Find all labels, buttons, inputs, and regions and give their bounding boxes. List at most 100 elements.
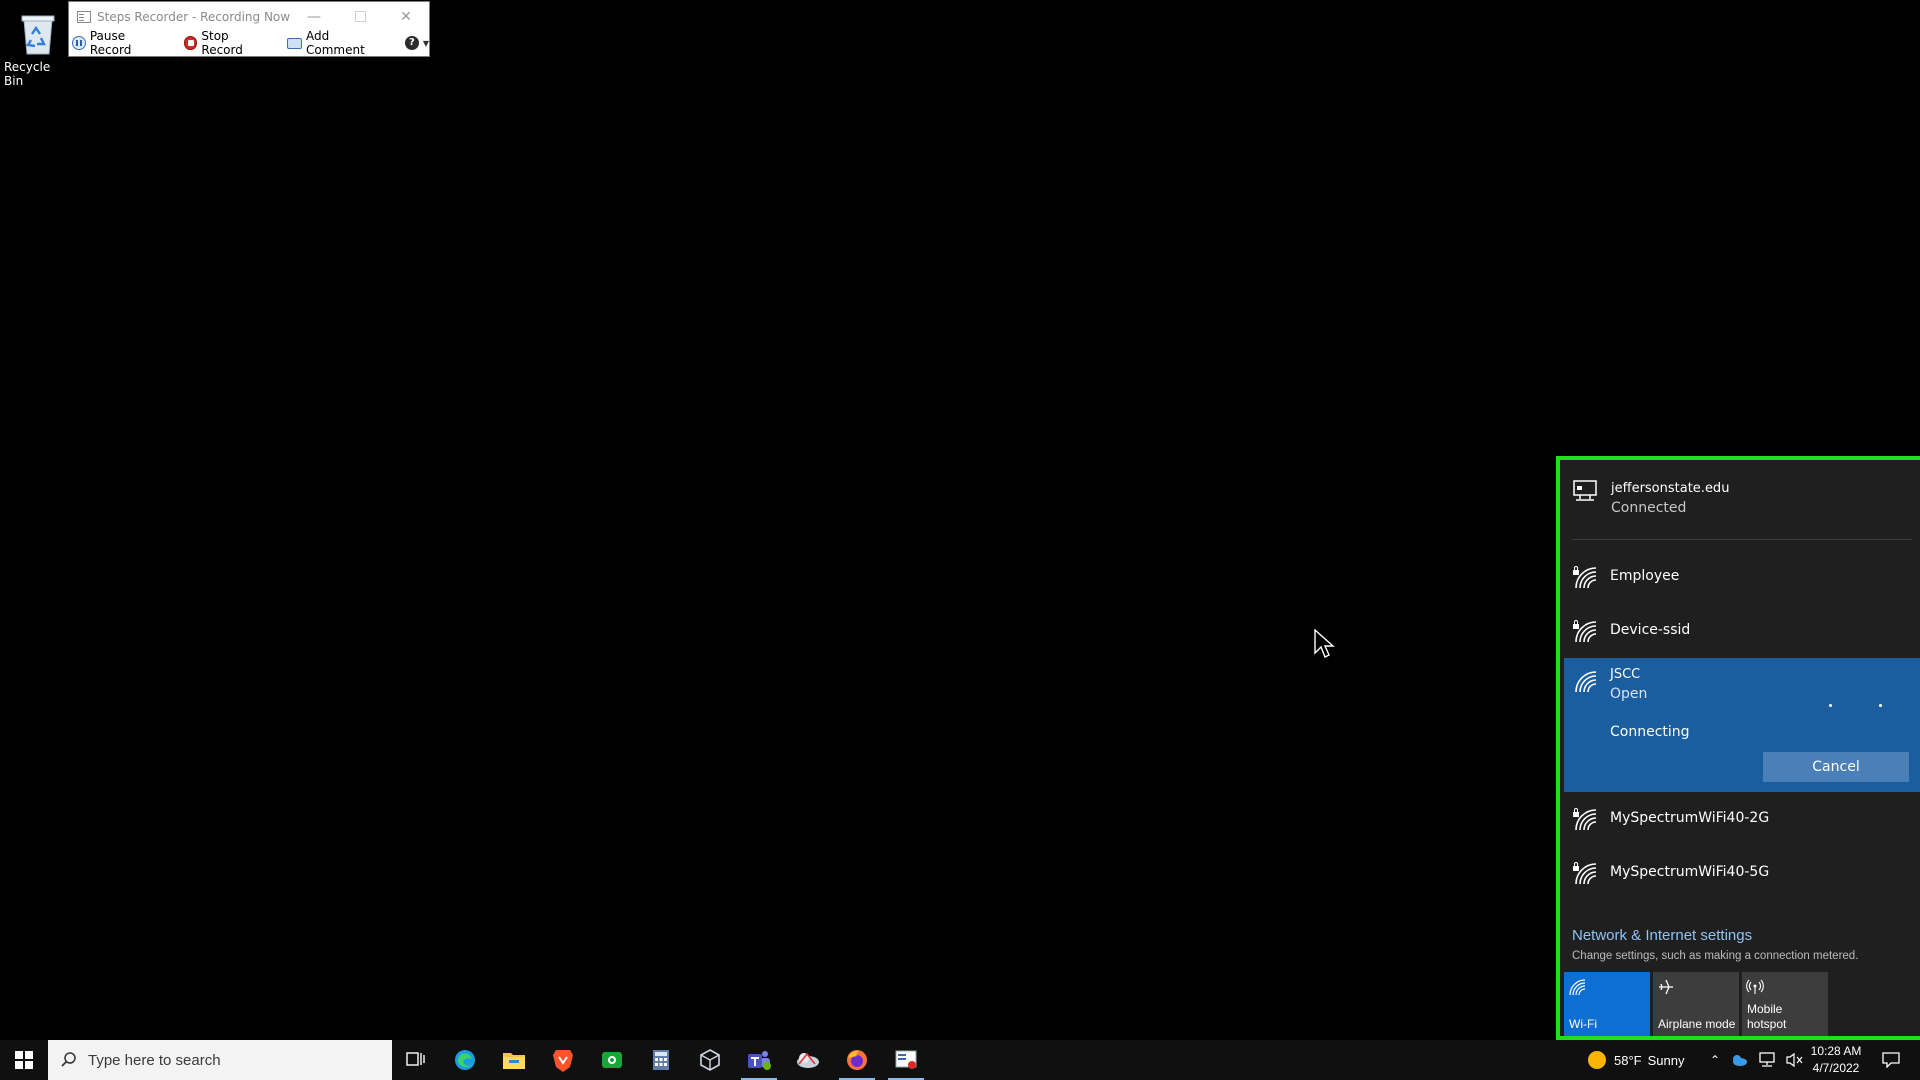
- firefox-taskbar-button[interactable]: [833, 1040, 881, 1080]
- network-settings-description: Change settings, such as making a connec…: [1572, 950, 1859, 962]
- teams-taskbar-button[interactable]: [735, 1040, 783, 1080]
- add-comment-button[interactable]: Add Comment: [287, 29, 391, 57]
- taskbar-clock[interactable]: 10:28 AM 4/7/2022: [1802, 1043, 1870, 1077]
- virtualbox-icon: [700, 1049, 720, 1071]
- app-green-icon: [602, 1052, 622, 1068]
- maximize-icon: [354, 11, 366, 22]
- teams-icon: [748, 1051, 771, 1070]
- edge-taskbar-button[interactable]: [441, 1040, 489, 1080]
- airplane-tile-label: Airplane mode: [1658, 1017, 1736, 1031]
- virtualbox-taskbar-button[interactable]: [686, 1040, 734, 1080]
- steps-recorder-taskbar-button[interactable]: [882, 1040, 930, 1080]
- wifi-secured-icon: [1573, 808, 1597, 831]
- firefox-icon: [847, 1050, 867, 1070]
- wifi-secured-icon: [1573, 566, 1597, 589]
- notification-icon: [1882, 1052, 1900, 1068]
- wifi-network-item[interactable]: Device-ssid: [1560, 614, 1920, 664]
- calculator-taskbar-button[interactable]: [637, 1040, 685, 1080]
- wifi-secured-icon: [1573, 862, 1597, 885]
- recycle-bin-shortcut[interactable]: Recycle Bin: [4, 6, 72, 88]
- chevron-down-icon: ▼: [422, 38, 429, 48]
- mobile-hotspot-tile[interactable]: Mobile hotspot: [1742, 972, 1828, 1036]
- cloud-app-taskbar-button[interactable]: [784, 1040, 832, 1080]
- add-comment-label: Add Comment: [305, 29, 365, 57]
- weather-temperature: 58°F: [1614, 1052, 1642, 1068]
- sun-icon: [1588, 1051, 1606, 1069]
- hotspot-tile-label-line1: Mobile: [1747, 1002, 1783, 1016]
- taskbar: 58°F Sunny ⌃ 10:28 AM 4/7/2022: [0, 1040, 1920, 1080]
- task-view-button[interactable]: [392, 1040, 440, 1080]
- divider: [1572, 539, 1912, 540]
- stop-record-label: Stop Record: [201, 29, 243, 57]
- start-button[interactable]: [0, 1040, 48, 1080]
- wifi-network-status: Open: [1610, 686, 1648, 702]
- task-view-icon: [406, 1052, 425, 1066]
- maximize-button[interactable]: [337, 2, 383, 31]
- wifi-network-name: MySpectrumWiFi40-5G: [1610, 864, 1770, 880]
- wifi-secured-icon: [1573, 620, 1597, 643]
- wifi-network-name: Device-ssid: [1610, 622, 1691, 638]
- stop-record-button[interactable]: Stop Record: [183, 29, 274, 57]
- wifi-open-icon: [1575, 671, 1597, 693]
- progress-dot: [1879, 704, 1882, 707]
- connected-network-name: jeffersonstate.edu: [1611, 481, 1730, 496]
- wifi-icon: [1569, 979, 1586, 996]
- ethernet-icon: [1573, 480, 1597, 501]
- steps-recorder-icon: [895, 1050, 917, 1069]
- weather-widget[interactable]: 58°F Sunny: [1588, 1040, 1684, 1080]
- action-center-button[interactable]: [1872, 1040, 1910, 1080]
- file-explorer-icon: [503, 1053, 525, 1069]
- file-explorer-taskbar-button[interactable]: [490, 1040, 538, 1080]
- stop-icon: [183, 36, 198, 50]
- clock-date: 4/7/2022: [1812, 1061, 1860, 1075]
- progress-dot: [1829, 704, 1832, 707]
- hotspot-tile-label-line2: hotspot: [1747, 1017, 1787, 1031]
- network-settings-link[interactable]: Network & Internet settings: [1572, 927, 1752, 944]
- steps-recorder-title: Steps Recorder - Recording Now: [97, 9, 291, 24]
- search-input[interactable]: [88, 1051, 368, 1069]
- cancel-button[interactable]: Cancel: [1763, 752, 1909, 782]
- close-button[interactable]: ✕: [383, 2, 429, 31]
- search-icon: [61, 1052, 76, 1067]
- weather-condition: Sunny: [1647, 1052, 1685, 1068]
- green-app-taskbar-button[interactable]: [588, 1040, 636, 1080]
- recycle-bin-icon: [18, 6, 58, 56]
- wifi-toggle-tile[interactable]: Wi-Fi: [1564, 972, 1650, 1036]
- wifi-tile-label: Wi-Fi: [1569, 1017, 1597, 1031]
- steps-recorder-app-icon: [77, 10, 91, 23]
- connected-network-status: Connected: [1611, 500, 1687, 516]
- wifi-network-item[interactable]: Employee: [1560, 560, 1920, 610]
- cloud-app-icon: [797, 1052, 819, 1068]
- show-hidden-icons-chevron-icon[interactable]: ⌃: [1710, 1053, 1720, 1067]
- wifi-network-name: MySpectrumWiFi40-2G: [1610, 810, 1770, 826]
- brave-taskbar-button[interactable]: [539, 1040, 587, 1080]
- help-icon: ?: [404, 36, 419, 50]
- pause-icon: [72, 36, 86, 50]
- wifi-network-name: JSCC: [1610, 667, 1641, 682]
- connected-network-item[interactable]: jeffersonstate.edu Connected: [1560, 460, 1920, 538]
- minimize-button[interactable]: —: [291, 2, 337, 31]
- wifi-network-item-selected[interactable]: JSCC Open Connecting Cancel: [1564, 658, 1920, 792]
- network-flyout: jeffersonstate.edu Connected Employee De…: [1556, 456, 1920, 1040]
- close-icon: ✕: [400, 8, 412, 25]
- brave-icon: [553, 1050, 573, 1072]
- edge-icon: [455, 1050, 475, 1070]
- taskbar-search-box[interactable]: [48, 1040, 392, 1080]
- airplane-mode-tile[interactable]: Airplane mode: [1653, 972, 1739, 1036]
- airplane-icon: [1659, 979, 1673, 995]
- mouse-cursor-icon: [1314, 629, 1335, 658]
- system-tray: ⌃: [1710, 1040, 1804, 1080]
- pause-record-label: Pause Record: [89, 29, 132, 57]
- steps-recorder-titlebar[interactable]: Steps Recorder - Recording Now — ✕: [69, 2, 429, 31]
- recycle-bin-label: Recycle Bin: [4, 60, 51, 88]
- onedrive-icon[interactable]: [1730, 1054, 1748, 1066]
- windows-logo-icon: [15, 1051, 33, 1069]
- network-tray-icon[interactable]: [1758, 1052, 1776, 1068]
- help-dropdown-button[interactable]: ? ▼: [404, 36, 429, 50]
- wifi-network-name: Employee: [1610, 568, 1680, 584]
- pause-record-button[interactable]: Pause Record: [72, 29, 170, 57]
- wifi-network-item[interactable]: MySpectrumWiFi40-2G: [1560, 802, 1920, 852]
- steps-recorder-window: Steps Recorder - Recording Now — ✕ Pause…: [68, 1, 430, 57]
- wifi-network-item[interactable]: MySpectrumWiFi40-5G: [1560, 856, 1920, 906]
- comment-icon: [287, 37, 302, 49]
